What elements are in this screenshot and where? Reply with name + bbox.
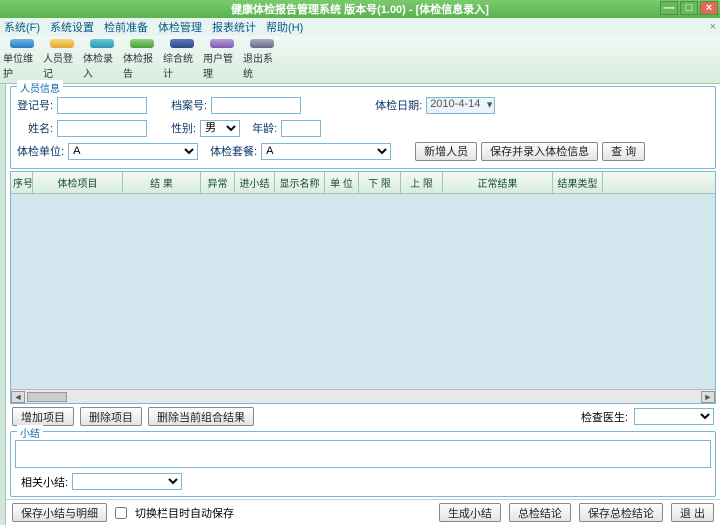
delete-combo-button[interactable]: 删除当前组合结果 bbox=[148, 407, 254, 426]
grid-col-header[interactable]: 单 位 bbox=[325, 172, 359, 193]
grid-col-header[interactable]: 结 果 bbox=[123, 172, 201, 193]
grid-body[interactable] bbox=[11, 194, 715, 389]
toolbar-icon bbox=[250, 39, 274, 48]
toolbar-label: 用户管理 bbox=[203, 50, 241, 80]
name-input[interactable] bbox=[57, 120, 147, 137]
window-title: 健康体检报告管理系统 版本号(1.00) - [体检信息录入] bbox=[231, 1, 489, 17]
toolbar-user-button[interactable]: 用户管理 bbox=[202, 38, 242, 81]
delete-item-button[interactable]: 删除项目 bbox=[80, 407, 142, 426]
add-person-button[interactable]: 新增人员 bbox=[415, 142, 477, 161]
toolbar-report-button[interactable]: 体检报告 bbox=[122, 38, 162, 81]
related-summary-label: 相关小结: bbox=[21, 474, 68, 490]
toolbar-icon bbox=[90, 39, 114, 48]
save-total-button[interactable]: 保存总检结论 bbox=[579, 503, 663, 522]
toolbar-icon bbox=[130, 39, 154, 48]
toolbar-label: 单位维护 bbox=[3, 50, 41, 80]
grid-col-header[interactable]: 显示名称 bbox=[275, 172, 325, 193]
grid-header: 序号体检项目结 果异常进小结显示名称单 位下 限上 限正常结果结果类型 bbox=[11, 172, 715, 194]
grid-col-header[interactable]: 异常 bbox=[201, 172, 235, 193]
toolbar-exit-button[interactable]: 退出系统 bbox=[242, 38, 282, 81]
toolbar-unit-button[interactable]: 单位维护 bbox=[2, 38, 42, 81]
person-info-group: 人员信息 登记号: 档案号: 体检日期: 2010-4-14 姓名: 性别: 男… bbox=[10, 86, 716, 169]
toolbar-label: 综合统计 bbox=[163, 50, 201, 80]
autosave-label: 切换栏目时自动保存 bbox=[135, 505, 234, 521]
summary-group: 小结 相关小结: bbox=[10, 431, 716, 497]
close-button[interactable]: × bbox=[700, 1, 718, 15]
exit-button[interactable]: 退 出 bbox=[671, 503, 714, 522]
toolbar-icon bbox=[210, 39, 234, 48]
grid-col-header[interactable]: 上 限 bbox=[401, 172, 443, 193]
related-summary-select[interactable] bbox=[72, 473, 182, 490]
title-bar: 健康体检报告管理系统 版本号(1.00) - [体检信息录入] — □ × bbox=[0, 0, 720, 18]
mdi-close-icon[interactable]: × bbox=[710, 21, 716, 33]
total-conclusion-button[interactable]: 总检结论 bbox=[509, 503, 571, 522]
query-button[interactable]: 查 询 bbox=[602, 142, 645, 161]
menu-reports[interactable]: 报表统计 bbox=[212, 19, 256, 35]
exam-date-label: 体检日期: bbox=[375, 97, 422, 113]
menu-preexam[interactable]: 检前准备 bbox=[104, 19, 148, 35]
minimize-button[interactable]: — bbox=[660, 1, 678, 15]
grid-col-header[interactable]: 结果类型 bbox=[553, 172, 603, 193]
maximize-button[interactable]: □ bbox=[680, 1, 698, 15]
exam-date-picker[interactable]: 2010-4-14 bbox=[426, 97, 495, 114]
toolbar-label: 退出系统 bbox=[243, 50, 281, 80]
toolbar-label: 人员登记 bbox=[43, 50, 81, 80]
gender-label: 性别: bbox=[171, 120, 196, 136]
unit-select[interactable]: A bbox=[68, 143, 198, 160]
grid-col-header[interactable]: 进小结 bbox=[235, 172, 275, 193]
name-label: 姓名: bbox=[28, 120, 53, 136]
menu-system[interactable]: 系统(F) bbox=[4, 19, 40, 35]
grid-col-header[interactable]: 下 限 bbox=[359, 172, 401, 193]
package-label: 体检套餐: bbox=[210, 143, 257, 159]
summary-textarea[interactable] bbox=[15, 440, 711, 468]
toolbar-icon bbox=[50, 39, 74, 48]
grid-actions-row: 增加项目 删除项目 删除当前组合结果 检查医生: bbox=[6, 404, 720, 429]
toolbar-label: 体检录入 bbox=[83, 50, 121, 80]
grid-col-header[interactable]: 序号 bbox=[11, 172, 33, 193]
unit-label: 体检单位: bbox=[17, 143, 64, 159]
toolbar-icon bbox=[170, 39, 194, 48]
age-input[interactable] bbox=[281, 120, 321, 137]
bottom-toolbar: 保存小结与明细 切换栏目时自动保存 生成小结 总检结论 保存总检结论 退 出 bbox=[6, 499, 720, 525]
toolbar-stats-button[interactable]: 综合统计 bbox=[162, 38, 202, 81]
summary-legend: 小结 bbox=[17, 425, 43, 440]
doctor-label: 检查医生: bbox=[581, 409, 628, 425]
scroll-right-icon[interactable]: ► bbox=[701, 391, 715, 403]
group-legend: 人员信息 bbox=[17, 80, 63, 95]
grid-col-header[interactable]: 正常结果 bbox=[443, 172, 553, 193]
add-item-button[interactable]: 增加项目 bbox=[12, 407, 74, 426]
toolbar: 单位维护人员登记体检录入体检报告综合统计用户管理退出系统 bbox=[0, 36, 720, 84]
grid-col-header[interactable]: 体检项目 bbox=[33, 172, 123, 193]
file-no-label: 档案号: bbox=[171, 97, 207, 113]
exam-items-grid: 序号体检项目结 果异常进小结显示名称单 位下 限上 限正常结果结果类型 ◄ ► bbox=[10, 171, 716, 404]
toolbar-icon bbox=[10, 39, 34, 48]
reg-no-label: 登记号: bbox=[17, 97, 53, 113]
menu-bar: 系统(F) 系统设置 检前准备 体检管理 报表统计 帮助(H) × bbox=[0, 18, 720, 36]
package-select[interactable]: A bbox=[261, 143, 391, 160]
toolbar-entry-button[interactable]: 体检录入 bbox=[82, 38, 122, 81]
scroll-thumb[interactable] bbox=[27, 392, 67, 402]
file-no-input[interactable] bbox=[211, 97, 301, 114]
menu-help[interactable]: 帮助(H) bbox=[266, 19, 303, 35]
gender-select[interactable]: 男 bbox=[200, 120, 240, 137]
menu-settings[interactable]: 系统设置 bbox=[50, 19, 94, 35]
menu-exammgmt[interactable]: 体检管理 bbox=[158, 19, 202, 35]
grid-hscrollbar[interactable]: ◄ ► bbox=[11, 389, 715, 403]
doctor-select[interactable] bbox=[634, 408, 714, 425]
scroll-left-icon[interactable]: ◄ bbox=[11, 391, 25, 403]
gen-summary-button[interactable]: 生成小结 bbox=[439, 503, 501, 522]
save-summary-button[interactable]: 保存小结与明细 bbox=[12, 503, 107, 522]
age-label: 年龄: bbox=[252, 120, 277, 136]
toolbar-label: 体检报告 bbox=[123, 50, 161, 80]
toolbar-person-button[interactable]: 人员登记 bbox=[42, 38, 82, 81]
save-enter-button[interactable]: 保存并录入体检信息 bbox=[481, 142, 598, 161]
autosave-checkbox[interactable] bbox=[115, 507, 127, 519]
reg-no-input[interactable] bbox=[57, 97, 147, 114]
